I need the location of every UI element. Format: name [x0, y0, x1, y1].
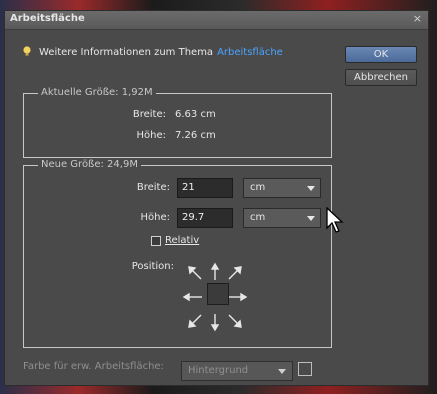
- canvas-size-dialog: Arbeitsfläche × Weitere Informationen zu…: [4, 10, 429, 386]
- anchor-center[interactable]: [207, 283, 229, 305]
- current-height-value: 7.26 cm: [175, 130, 216, 141]
- current-width-label: Breite:: [132, 109, 166, 120]
- relative-checkbox[interactable]: [151, 236, 161, 246]
- close-icon[interactable]: ×: [413, 12, 422, 25]
- relative-label[interactable]: Relativ: [165, 235, 199, 246]
- width-unit-select[interactable]: cm: [243, 178, 321, 198]
- chevron-down-icon: [278, 369, 286, 374]
- new-size-legend: Neue Größe: 24,9M: [38, 159, 141, 170]
- new-width-input[interactable]: 21: [177, 178, 233, 198]
- mouse-pointer-icon: [326, 207, 344, 233]
- new-height-label: Höhe:: [140, 212, 171, 223]
- current-size-group: Aktuelle Größe: 1,92M Breite: 6.63 cm Hö…: [23, 87, 332, 158]
- extension-color-swatch[interactable]: [298, 362, 312, 376]
- info-text: Weitere Informationen zum Thema Arbeitsfl…: [39, 47, 283, 58]
- width-unit-value: cm: [250, 182, 266, 193]
- extension-color-label: Farbe für erw. Arbeitsfläche:: [23, 361, 164, 372]
- lightbulb-icon: [23, 46, 31, 56]
- height-unit-value: cm: [250, 212, 266, 223]
- new-width-label: Breite:: [136, 182, 170, 193]
- current-size-legend: Aktuelle Größe: 1,92M: [38, 87, 156, 98]
- dialog-title: Arbeitsfläche: [10, 13, 85, 24]
- info-message: Weitere Informationen zum Thema: [39, 47, 214, 58]
- current-width-value: 6.63 cm: [175, 109, 216, 120]
- new-height-input[interactable]: 29.7: [177, 208, 233, 228]
- cancel-button[interactable]: Abbrechen: [345, 69, 417, 86]
- position-label: Position:: [131, 261, 174, 272]
- extension-color-value: Hintergrund: [188, 365, 249, 376]
- title-bar[interactable]: Arbeitsfläche ×: [5, 11, 428, 30]
- info-link[interactable]: Arbeitsfläche: [217, 47, 283, 58]
- chevron-down-icon: [307, 186, 315, 191]
- height-unit-select[interactable]: cm: [243, 208, 321, 228]
- ok-button[interactable]: OK: [345, 46, 417, 63]
- chevron-down-icon: [307, 216, 315, 221]
- current-height-label: Höhe:: [136, 130, 167, 141]
- extension-color-select[interactable]: Hintergrund: [181, 361, 293, 381]
